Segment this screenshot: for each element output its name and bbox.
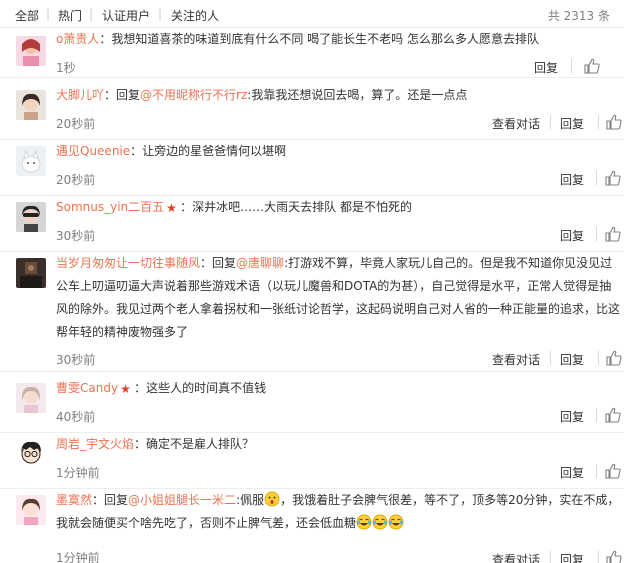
comment-time: 20秒前: [56, 173, 96, 187]
comment-filter-bar: 全部 | 热门 | 认证用户 | 关注的人 共 2313 条: [0, 0, 624, 28]
comment-item: 遇见Queenie：让旁边的星爸爸情何以堪啊 20秒前 回复: [0, 140, 624, 196]
reply-button[interactable]: 回复: [534, 59, 558, 76]
reply-prefix: 回复: [116, 88, 141, 102]
vip-star-icon: ★: [120, 382, 131, 396]
comment-username[interactable]: 大脚儿吖: [56, 88, 104, 102]
view-conversation-button[interactable]: 查看对话: [492, 551, 540, 563]
comment-username[interactable]: 曹雯Candy: [56, 381, 118, 395]
vip-star-icon: ★: [166, 201, 177, 215]
comment-separator: ：: [134, 381, 147, 395]
mention-link[interactable]: @小姐姐腿长一米二: [128, 493, 236, 507]
comment-item: 曹雯Candy ★ ：这些人的时间真不值钱 40秒前 回复: [0, 377, 624, 433]
avatar[interactable]: [16, 495, 46, 525]
reply-prefix: 回复: [104, 493, 129, 507]
action-divider: [596, 227, 597, 241]
comment-time: 20秒前: [56, 117, 96, 131]
avatar[interactable]: [16, 36, 46, 66]
comment-item: 当岁月匆匆让一切往事随风：回复@唐聊聊:打游戏不算，毕竟人家玩儿自己的。但是我不…: [0, 252, 624, 372]
action-divider: [550, 115, 551, 129]
comment-separator: ：: [92, 493, 105, 507]
reply-prefix: 回复: [212, 256, 237, 270]
avatar[interactable]: [16, 146, 46, 176]
comment-time: 1秒: [56, 61, 76, 75]
thumbs-up-icon[interactable]: [605, 407, 621, 423]
thumbs-up-icon[interactable]: [606, 114, 622, 130]
reply-button[interactable]: 回复: [560, 408, 584, 425]
action-divider: [550, 351, 551, 365]
filter-following[interactable]: 关注的人: [171, 7, 219, 24]
filter-separator: |: [158, 7, 163, 21]
surprised-emoji-icon: [264, 491, 280, 507]
comment-username[interactable]: 墨寞然: [56, 493, 92, 507]
comment-time: 30秒前: [56, 353, 96, 367]
comment-text-part: :佩服: [236, 493, 265, 507]
mention-link[interactable]: @不用昵称行不行rz: [140, 88, 247, 102]
action-divider: [598, 115, 599, 129]
filter-hot[interactable]: 热门: [58, 7, 82, 24]
comment-total-count: 共 2313 条: [547, 9, 610, 23]
comment-item: 大脚儿吖：回复@不用昵称行不行rz:我靠我还想说回去喝，算了。还是一点点 20秒…: [0, 84, 624, 140]
comment-item: o萧贵人：我想知道喜茶的味道到底有什么不同 喝了能长生不老吗 怎么那么多人愿意去…: [0, 28, 624, 78]
comment-separator: ：: [134, 437, 147, 451]
filter-verified[interactable]: 认证用户: [102, 7, 150, 24]
avatar[interactable]: [16, 383, 46, 413]
reply-button[interactable]: 回复: [560, 464, 584, 481]
reply-button[interactable]: 回复: [560, 227, 584, 244]
comment-time: 1分钟前: [56, 466, 100, 480]
comment-time: 40秒前: [56, 410, 96, 424]
action-divider: [550, 551, 551, 563]
reply-button[interactable]: 回复: [560, 171, 584, 188]
comment-text: 确定不是雇人排队？: [146, 437, 255, 451]
comment-text: 这些人的时间真不值钱: [146, 381, 267, 395]
laughing-crying-emoji-icon: [372, 514, 388, 530]
action-divider: [596, 408, 597, 422]
comment-text: 深井冰吧……大雨天去排队 都是不怕死的: [192, 200, 412, 214]
view-conversation-button[interactable]: 查看对话: [492, 351, 540, 368]
action-divider: [596, 171, 597, 185]
thumbs-up-icon[interactable]: [606, 550, 622, 563]
comment-item: Somnus_yin二百五 ★ ：深井冰吧……大雨天去排队 都是不怕死的 30秒前 …: [0, 196, 624, 252]
mention-link[interactable]: @唐聊聊: [236, 256, 284, 270]
comment-separator: ：: [130, 144, 143, 158]
filter-all[interactable]: 全部: [15, 7, 39, 24]
comment-text: 让旁边的星爸爸情何以堪啊: [142, 144, 287, 158]
avatar[interactable]: [16, 258, 46, 288]
thumbs-up-icon[interactable]: [606, 350, 622, 366]
comment-text: 我想知道喜茶的味道到底有什么不同 喝了能长生不老吗 怎么那么多人愿意去排队: [111, 32, 539, 46]
action-divider: [596, 464, 597, 478]
comment-text: :我靠我还想说回去喝，算了。还是一点点: [247, 88, 468, 102]
comment-time: 1分钟前: [56, 551, 100, 563]
avatar[interactable]: [16, 90, 46, 120]
action-divider: [571, 59, 572, 73]
view-conversation-button[interactable]: 查看对话: [492, 115, 540, 132]
laughing-crying-emoji-icon: [388, 514, 404, 530]
comment-item: 墨寞然：回复@小姐姐腿长一米二:佩服 ，我饿着肚子会脾气很差，等不了，顶多等20分…: [0, 489, 624, 563]
filter-separator: |: [46, 7, 51, 21]
comment-username[interactable]: Somnus_yin二百五: [56, 200, 164, 214]
comment-username[interactable]: o萧贵人: [56, 32, 99, 46]
action-divider: [598, 351, 599, 365]
avatar[interactable]: [16, 202, 46, 232]
thumbs-up-icon[interactable]: [605, 463, 621, 479]
comment-item: 周岩_宇文火焰：确定不是雇人排队？ 1分钟前 回复: [0, 433, 624, 489]
comment-username[interactable]: 当岁月匆匆让一切往事随风: [56, 256, 200, 270]
reply-button[interactable]: 回复: [560, 551, 584, 563]
thumbs-up-icon[interactable]: [584, 58, 600, 74]
comment-separator: ：: [180, 200, 193, 214]
laughing-crying-emoji-icon: [356, 514, 372, 530]
comment-time: 30秒前: [56, 229, 96, 243]
reply-button[interactable]: 回复: [560, 115, 584, 132]
action-divider: [598, 551, 599, 563]
thumbs-up-icon[interactable]: [605, 226, 621, 242]
comment-separator: ：: [104, 88, 117, 102]
comment-username[interactable]: 周岩_宇文火焰: [56, 437, 134, 451]
thumbs-up-icon[interactable]: [605, 170, 621, 186]
comment-username[interactable]: 遇见Queenie: [56, 144, 130, 158]
comment-separator: ：: [99, 32, 112, 46]
reply-button[interactable]: 回复: [560, 351, 584, 368]
avatar[interactable]: [16, 439, 46, 469]
comment-separator: ：: [200, 256, 213, 270]
filter-separator: |: [89, 7, 94, 21]
